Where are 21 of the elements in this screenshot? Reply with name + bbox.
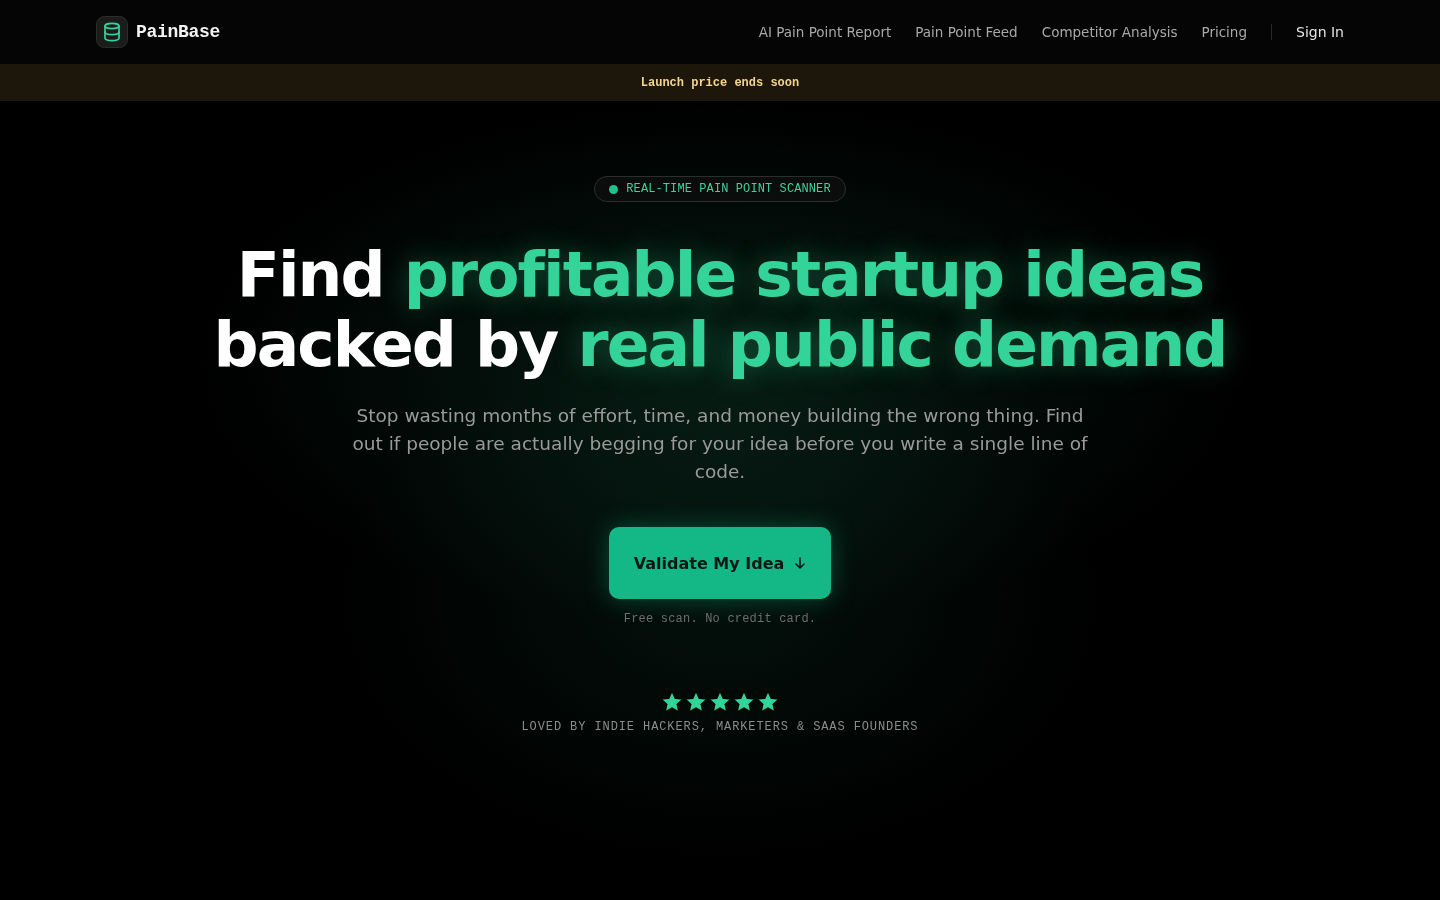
validate-idea-button[interactable]: Validate My Idea: [609, 527, 831, 599]
status-dot-icon: [609, 184, 619, 194]
filled-star-icon: [686, 692, 706, 712]
sign-in-link[interactable]: Sign In: [1296, 24, 1344, 40]
cta-note: Free scan. No credit card.: [623, 612, 817, 626]
nav-link[interactable]: Pricing: [1201, 24, 1247, 40]
nav-link[interactable]: Pain Point Feed: [915, 24, 1018, 40]
hero-headline: Find profitable startup ideas backed by real public demand: [213, 240, 1227, 380]
arrow-down-icon: [794, 557, 807, 569]
promo-banner-text: Launch price ends soon: [640, 75, 800, 90]
filled-star-icon: [710, 692, 730, 712]
nav-link[interactable]: AI Pain Point Report: [758, 24, 892, 40]
nav-link[interactable]: Competitor Analysis: [1041, 24, 1178, 40]
filled-star-icon: [662, 692, 682, 712]
database-logo-icon: [96, 16, 128, 48]
badge-text: REAL-TIME PAIN POINT SCANNER: [626, 182, 831, 196]
filled-star-icon: [758, 692, 778, 712]
hero-subtitle: Stop wasting months of effort, time, and money building the wrong thing. Find out if people are actually begging for your idea before you write a single line of code.: [351, 404, 1089, 484]
filled-star-icon: [734, 692, 754, 712]
logo-text: PainBase: [136, 22, 220, 42]
rating-caption: LOVED BY INDIE HACKERS, MARKETERS & SAAS FOUNDERS: [521, 720, 919, 734]
